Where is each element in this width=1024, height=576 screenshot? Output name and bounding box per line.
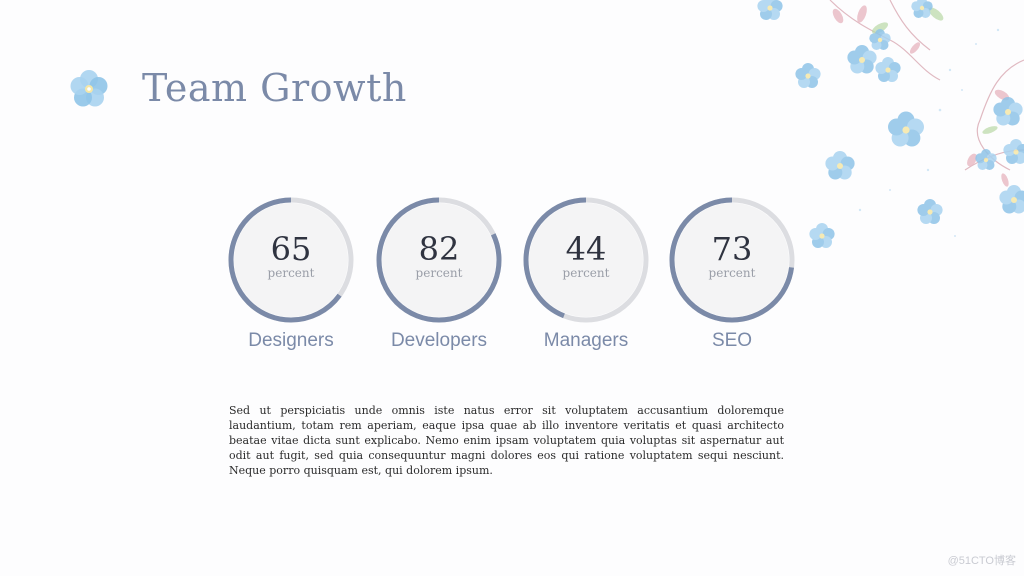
page-title: Team Growth	[142, 66, 407, 110]
gauge-value: 44	[565, 230, 607, 268]
gauge-label: SEO	[711, 330, 753, 351]
gauge-value: 82	[418, 230, 460, 268]
gauge-value: 65	[270, 230, 312, 268]
gauge-unit: percent	[415, 266, 463, 280]
gauge-value: 73	[711, 230, 753, 268]
description-text: Sed ut perspiciatis unde omnis iste natu…	[229, 404, 784, 477]
slide: Team Growth 65 percent Designers 82 perc…	[0, 0, 1024, 576]
gauge-label: Designers	[248, 330, 334, 351]
gauge-unit: percent	[562, 266, 610, 280]
watermark: @51CTO博客	[947, 555, 1016, 567]
gauge-unit: percent	[708, 266, 756, 280]
gauge-label: Managers	[543, 330, 629, 351]
gauge-label: Developers	[390, 330, 488, 351]
flower-icon	[70, 70, 108, 107]
gauge-unit: percent	[267, 266, 315, 280]
gauge-group: 65 percent Designers 82 percent Develope…	[226, 195, 806, 365]
